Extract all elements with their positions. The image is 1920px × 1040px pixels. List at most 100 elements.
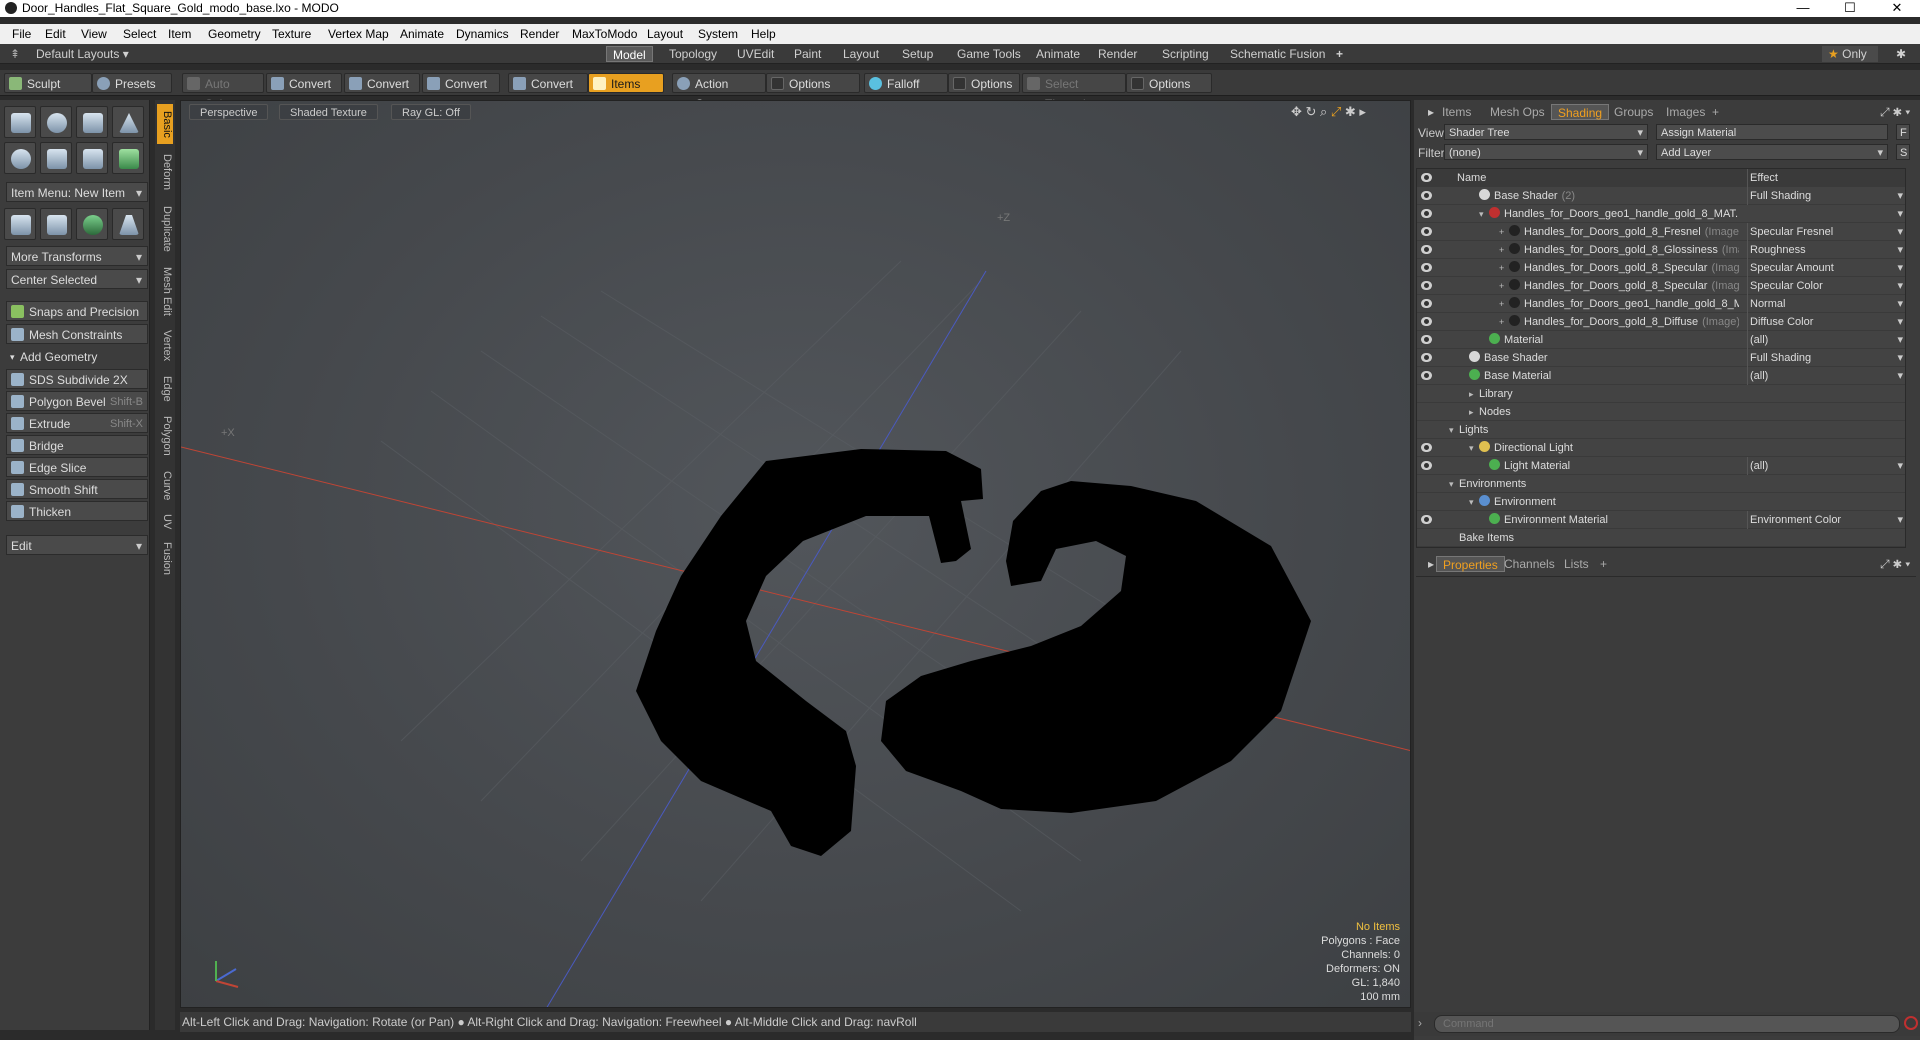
add-layer-dropdown[interactable]: Add Layer	[1656, 144, 1888, 161]
convert-vertices-button[interactable]: Convert	[266, 73, 342, 93]
torus-primitive-button[interactable]	[4, 142, 36, 174]
item-menu-dropdown[interactable]: Item Menu: New Item	[6, 182, 148, 203]
items-mode-button[interactable]: Items	[588, 73, 664, 93]
visibility-eye-icon[interactable]	[1421, 317, 1432, 326]
shader-tree-row[interactable]: Light Material (all)	[1417, 457, 1905, 475]
visibility-eye-icon[interactable]	[1421, 209, 1432, 218]
shader-tree-row[interactable]: + Handles_for_Doors_gold_8_Diffuse (Image)…	[1417, 313, 1905, 331]
select-through-button[interactable]: Select Through	[1022, 73, 1126, 111]
tab-schematic-fusion[interactable]: Schematic Fusion	[1224, 46, 1331, 62]
bridge-button[interactable]: Bridge	[6, 435, 148, 455]
visibility-eye-icon[interactable]	[1421, 227, 1432, 236]
effect-dropdown[interactable]: Diffuse Color	[1747, 313, 1905, 331]
shader-tree-row[interactable]: Material (all)	[1417, 331, 1905, 349]
tab-lists[interactable]: Lists	[1558, 556, 1595, 572]
expand-toggle-icon[interactable]: ▾	[1469, 439, 1479, 457]
grid-tool-button[interactable]	[40, 208, 72, 240]
menu-select[interactable]: Select	[123, 27, 156, 41]
convert-polygons-button[interactable]: Convert	[422, 73, 500, 93]
add-properties-tab-button[interactable]: +	[1594, 556, 1613, 572]
visibility-eye-icon[interactable]	[1421, 281, 1432, 290]
extrude-button[interactable]: Extrude Shift-X	[6, 413, 148, 433]
name-column-header[interactable]: Name	[1457, 169, 1486, 187]
tab-game-tools[interactable]: Game Tools	[951, 46, 1027, 62]
mesh-constraints-button[interactable]: Mesh Constraints	[6, 324, 148, 344]
menu-view[interactable]: View	[81, 27, 107, 41]
action-center-options-button[interactable]: Options	[766, 73, 860, 93]
tab-model[interactable]: Model	[606, 46, 653, 62]
menu-render[interactable]: Render	[520, 27, 559, 41]
visibility-eye-icon[interactable]	[1421, 515, 1432, 524]
shader-tree-row[interactable]: Base Shader Full Shading	[1417, 349, 1905, 367]
visibility-eye-icon[interactable]	[1421, 443, 1432, 452]
view-dropdown[interactable]: Shader Tree	[1444, 124, 1648, 141]
record-icon[interactable]	[1904, 1016, 1918, 1030]
tab-shading[interactable]: Shading	[1551, 104, 1610, 120]
shader-tree-row[interactable]: Bake Items	[1417, 529, 1905, 547]
visibility-eye-icon[interactable]	[1421, 371, 1432, 380]
effect-dropdown[interactable]: Specular Amount	[1747, 259, 1905, 277]
effect-column-header[interactable]: Effect	[1747, 169, 1905, 187]
s-button[interactable]: S	[1896, 144, 1910, 160]
vtab-vertex[interactable]: Vertex	[157, 324, 173, 368]
polygon-bevel-button[interactable]: Polygon Bevel Shift-B	[6, 391, 148, 411]
effect-dropdown[interactable]: Full Shading	[1747, 349, 1905, 367]
tab-mesh-ops[interactable]: Mesh Ops	[1484, 104, 1551, 120]
menu-animate[interactable]: Animate	[400, 27, 444, 41]
thicken-button[interactable]: Thicken	[6, 501, 148, 521]
tab-layout[interactable]: Layout	[837, 46, 885, 62]
vtab-edge[interactable]: Edge	[157, 372, 173, 406]
add-geometry-header[interactable]: ▾ Add Geometry	[6, 347, 148, 367]
visibility-eye-icon[interactable]	[1421, 353, 1432, 362]
tab-topology[interactable]: Topology	[663, 46, 723, 62]
edge-slice-button[interactable]: Edge Slice	[6, 457, 148, 477]
command-input[interactable]	[1434, 1015, 1900, 1033]
menu-dynamics[interactable]: Dynamics	[456, 27, 509, 41]
cylinder-primitive-button[interactable]	[76, 106, 108, 138]
effect-dropdown[interactable]: (all)	[1747, 331, 1905, 349]
visibility-eye-icon[interactable]	[1421, 191, 1432, 200]
shader-tree-row[interactable]: ▸ Nodes	[1417, 403, 1905, 421]
layout-arrow-icon[interactable]: ⇞	[4, 46, 26, 62]
visibility-eye-icon[interactable]	[1421, 299, 1432, 308]
expand-toggle-icon[interactable]: +	[1499, 313, 1509, 331]
perspective-grid-button[interactable]	[112, 208, 144, 240]
add-panel-tab-button[interactable]: +	[1706, 104, 1725, 120]
expand-toggle-icon[interactable]: ▾	[1479, 205, 1489, 223]
effect-dropdown[interactable]: Environment Color	[1747, 511, 1905, 529]
vtab-basic[interactable]: Basic	[157, 104, 173, 144]
vtab-duplicate[interactable]: Duplicate	[157, 200, 173, 258]
shader-tree-row[interactable]: ▾ Directional Light	[1417, 439, 1905, 457]
expand-toggle-icon[interactable]: ▾	[1449, 475, 1459, 493]
text-tool-button[interactable]	[112, 142, 144, 174]
menu-layout[interactable]: Layout	[647, 27, 683, 41]
shader-tree-row[interactable]: Base Shader (2) Full Shading	[1417, 187, 1905, 205]
shader-tree-row[interactable]: + Handles_for_Doors_gold_8_Glossiness(Ima…	[1417, 241, 1905, 259]
edit-dropdown[interactable]: Edit	[6, 535, 148, 556]
close-button[interactable]: ✕	[1874, 0, 1920, 17]
vtab-polygon[interactable]: Polygon	[157, 410, 173, 462]
filter-dropdown[interactable]: (none)	[1444, 144, 1648, 161]
cone-primitive-button[interactable]	[112, 106, 144, 138]
tab-scripting[interactable]: Scripting	[1156, 46, 1215, 62]
gear-icon[interactable]: ✱	[1890, 46, 1912, 62]
tab-paint[interactable]: Paint	[788, 46, 827, 62]
shader-tree-row[interactable]: + Handles_for_Doors_gold_8_Specular(Imag.…	[1417, 259, 1905, 277]
shader-tree-row[interactable]: ▾ Environment	[1417, 493, 1905, 511]
select-through-options-button[interactable]: Options	[1126, 73, 1212, 93]
vtab-mesh-edit[interactable]: Mesh Edit	[157, 262, 173, 320]
tab-uvedit[interactable]: UVEdit	[731, 46, 780, 62]
menu-texture[interactable]: Texture	[272, 27, 311, 41]
action-center-button[interactable]: Action Center	[672, 73, 766, 111]
capsule-primitive-button[interactable]	[40, 142, 72, 174]
cube-primitive-button[interactable]	[4, 106, 36, 138]
convert-items-button[interactable]: Convert	[508, 73, 588, 93]
expand-toggle-icon[interactable]: +	[1499, 295, 1509, 313]
tab-animate[interactable]: Animate	[1030, 46, 1086, 62]
sds-subdivide-button[interactable]: SDS Subdivide 2X	[6, 369, 148, 389]
globe-tool-button[interactable]	[76, 208, 108, 240]
3d-viewport[interactable]: Perspective Shaded Texture Ray GL: Off ✥…	[180, 100, 1411, 1008]
expand-toggle-icon[interactable]: +	[1499, 259, 1509, 277]
convert-edges-button[interactable]: Convert	[344, 73, 420, 93]
visibility-eye-icon[interactable]	[1421, 335, 1432, 344]
